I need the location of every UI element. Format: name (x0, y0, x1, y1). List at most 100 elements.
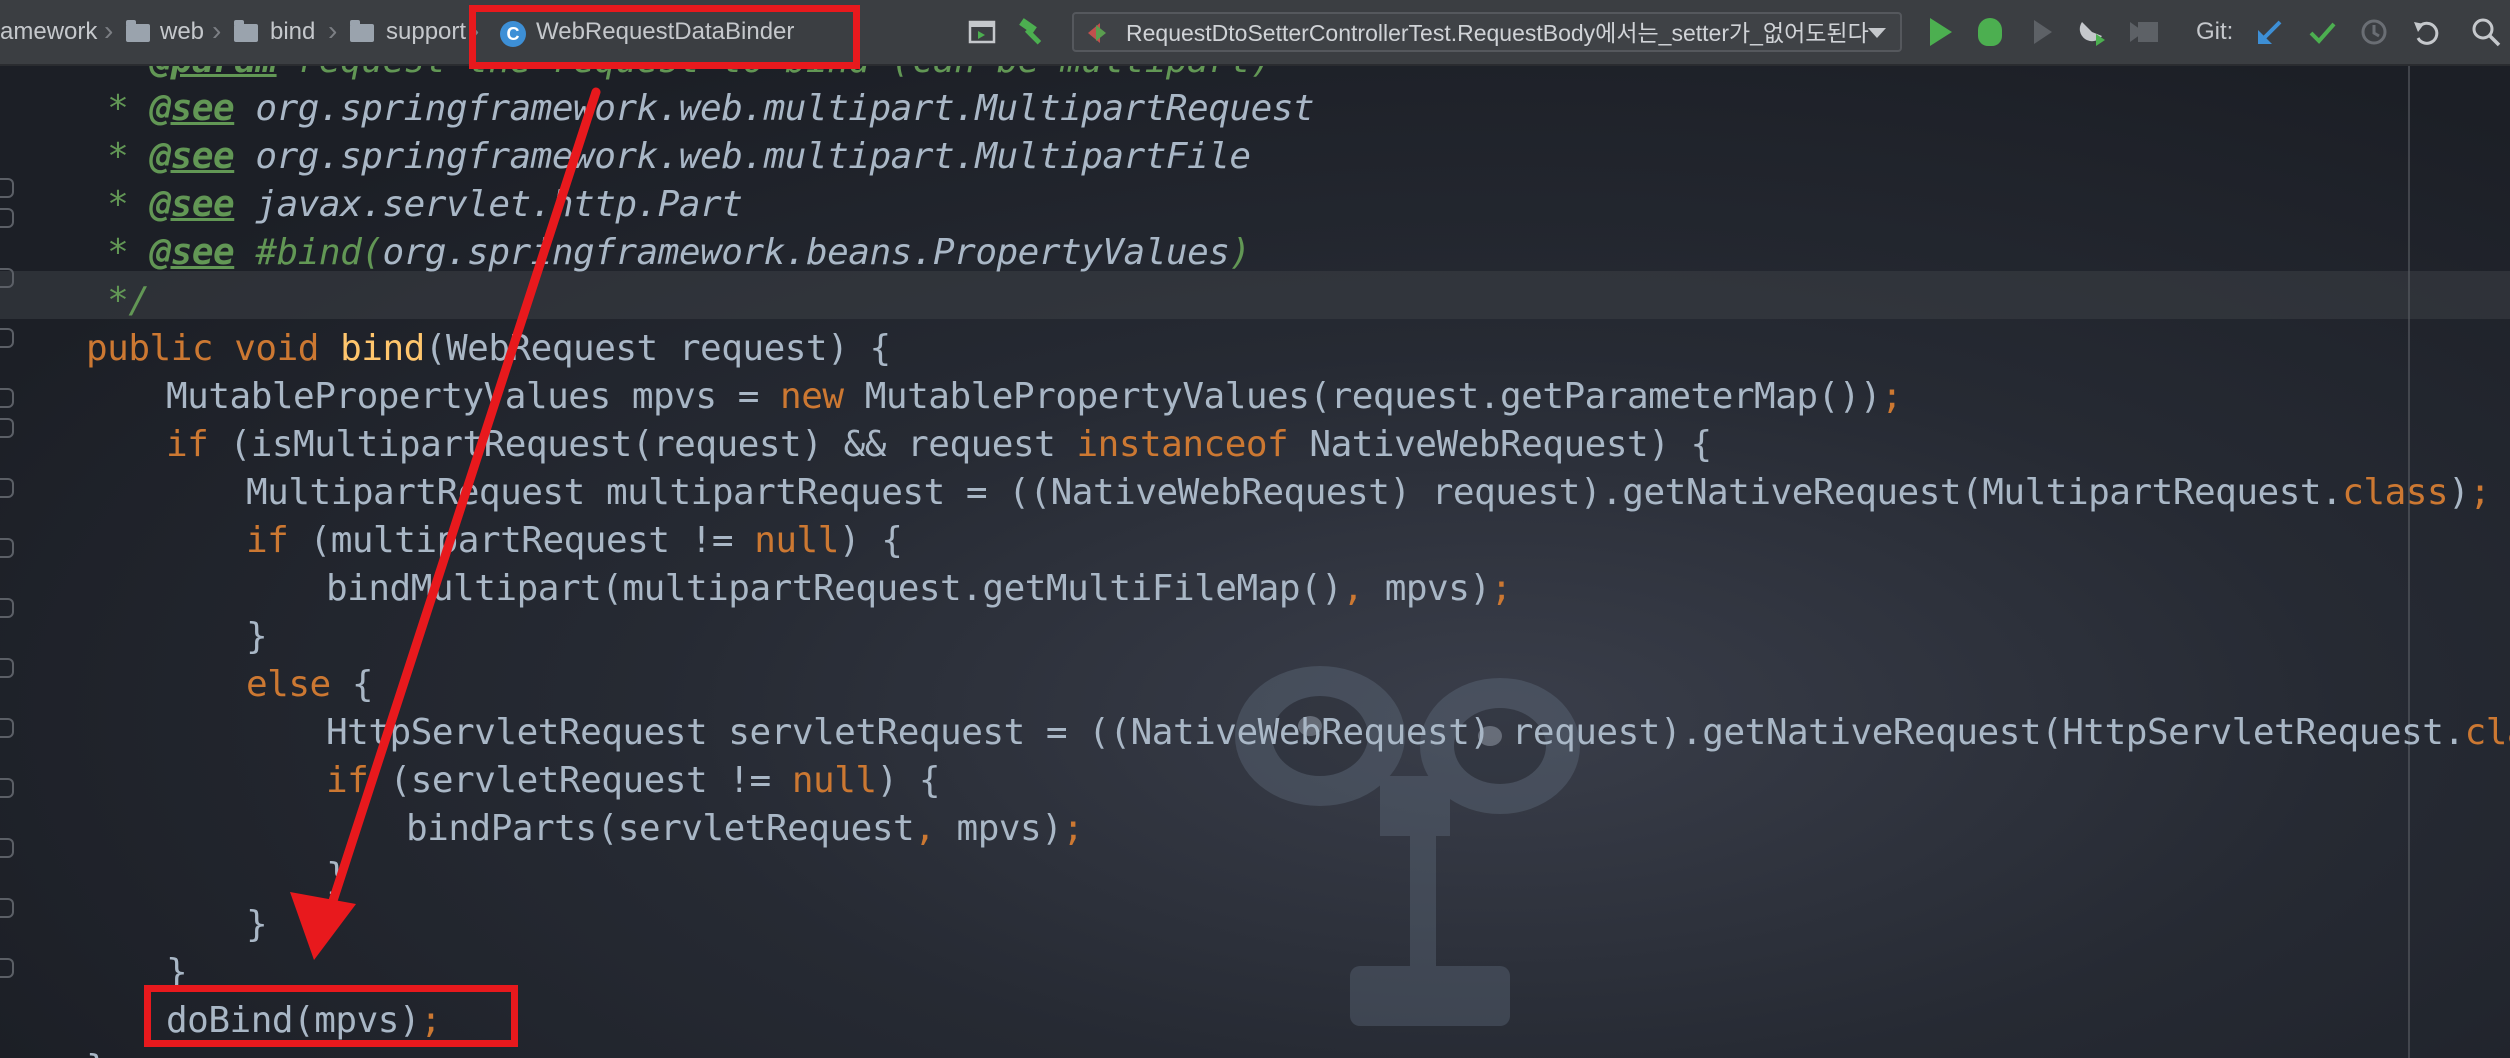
breadcrumb-item-bind[interactable]: bind (270, 16, 315, 48)
code-token: bind (340, 328, 425, 369)
code-token: (isMultipartRequest(request) && request (229, 424, 1077, 465)
code-line[interactable]: MultipartRequest multipartRequest = ((Na… (246, 469, 2491, 517)
fold-marker-icon[interactable] (0, 478, 14, 498)
code-line[interactable]: */ (86, 277, 150, 325)
code-token: if (326, 760, 390, 801)
git-label: Git: (2196, 18, 2234, 45)
breadcrumb-item-support[interactable]: support (386, 16, 466, 48)
code-token: @param (150, 66, 278, 81)
junit-icon-arrow (1096, 25, 1106, 41)
fold-marker-icon[interactable] (0, 718, 14, 738)
code-line[interactable]: } (246, 613, 268, 661)
code-token: , (1342, 568, 1385, 609)
code-token: @see (149, 184, 235, 225)
code-line[interactable]: bindParts(servletRequest, mpvs); (406, 805, 1084, 853)
code-token: */ (86, 280, 150, 321)
code-line[interactable]: } (326, 853, 348, 901)
run-icon[interactable] (1930, 18, 1952, 46)
fold-marker-icon[interactable] (0, 268, 14, 288)
code-token: * (86, 88, 150, 129)
code-token: org.springframework.beans.PropertyValues (382, 232, 1230, 273)
code-line[interactable]: if (multipartRequest != null) { (246, 517, 903, 565)
code-token: new (780, 376, 865, 417)
fold-marker-icon[interactable] (0, 778, 14, 798)
code-line[interactable]: } (86, 1045, 108, 1058)
navigation-bar: amework › web › bind › support › C WebRe… (0, 0, 2510, 66)
code-token: MutablePropertyValues mpvs = (166, 376, 781, 417)
code-token: mpvs) (956, 808, 1063, 849)
git-update-icon[interactable] (2254, 16, 2286, 48)
breadcrumb-item-web[interactable]: web (160, 16, 204, 48)
code-token: } (246, 616, 268, 657)
fold-marker-icon[interactable] (0, 178, 14, 198)
highlight-box-active-class (469, 5, 860, 69)
fold-marker-icon[interactable] (0, 898, 14, 918)
code-token: } (326, 856, 348, 897)
code-token: if (166, 424, 230, 465)
folder-icon (234, 20, 258, 42)
background-robot-image (1235, 666, 1580, 1026)
fold-marker-icon[interactable] (0, 388, 14, 408)
code-token: } (86, 1048, 108, 1058)
code-line[interactable]: * @see org.springframework.web.multipart… (86, 85, 1314, 133)
code-token: * (86, 232, 150, 273)
code-token: org.springframework.web.multipart.Multip… (234, 136, 1251, 177)
code-token: MultipartRequest multipartRequest = ((Na… (246, 472, 2343, 513)
code-token: @see (149, 232, 235, 273)
layout-icon[interactable] (966, 16, 998, 48)
code-line[interactable]: HttpServletRequest servletRequest = ((Na… (326, 709, 2510, 757)
breadcrumb-separator: › (328, 15, 338, 46)
code-token: ) (2448, 472, 2470, 513)
fold-marker-icon[interactable] (0, 838, 14, 858)
code-line[interactable]: bindMultipart(multipartRequest.getMultiF… (326, 565, 1512, 613)
code-editor[interactable]: * @param request the request to bind (ca… (0, 66, 2510, 1058)
code-token: MutablePropertyValues(request.getParamet… (864, 376, 1882, 417)
code-line[interactable]: * @see org.springframework.web.multipart… (86, 133, 1251, 181)
git-commit-icon[interactable] (2306, 16, 2338, 48)
code-token: ; (2469, 472, 2491, 513)
build-hammer-icon[interactable] (1016, 16, 1048, 48)
code-token: mpvs) (1384, 568, 1491, 609)
history-icon[interactable] (2358, 16, 2390, 48)
right-margin-guide (2408, 66, 2410, 1058)
code-token: ; (1062, 808, 1084, 849)
fold-marker-icon[interactable] (0, 958, 14, 978)
code-token: ) (1229, 232, 1251, 273)
code-token: * (86, 136, 150, 177)
profile-icon[interactable] (2076, 16, 2108, 48)
code-token: * (86, 66, 150, 81)
run-configuration-select[interactable]: RequestDtoSetterControllerTest.RequestBo… (1072, 12, 1902, 52)
folder-icon (350, 20, 374, 42)
code-token: @see (149, 88, 235, 129)
code-line[interactable]: public void bind(WebRequest request) { (86, 325, 891, 373)
stop-icon[interactable] (2138, 22, 2158, 42)
fold-marker-icon[interactable] (0, 658, 14, 678)
code-token: (multipartRequest != (309, 520, 755, 561)
code-line[interactable]: else { (246, 661, 374, 709)
code-line[interactable]: } (246, 901, 268, 949)
code-token: ) { (838, 520, 903, 561)
code-line[interactable]: * @see #bind(org.springframework.beans.P… (86, 229, 1251, 277)
fold-marker-icon[interactable] (0, 328, 14, 348)
code-token: ) { (876, 760, 941, 801)
code-token: ( (361, 232, 383, 273)
code-line[interactable]: MutablePropertyValues mpvs = new Mutable… (166, 373, 1903, 421)
fold-marker-icon[interactable] (0, 538, 14, 558)
code-token: * (86, 184, 150, 225)
code-token: bindParts(servletRequest (406, 808, 915, 849)
code-line[interactable]: if (isMultipartRequest(request) && reque… (166, 421, 1712, 469)
code-line[interactable]: if (servletRequest != null) { (326, 757, 941, 805)
debug-icon[interactable] (1978, 18, 2002, 46)
fold-marker-icon[interactable] (0, 418, 14, 438)
code-token: , (914, 808, 957, 849)
code-line[interactable]: * @see javax.servlet.http.Part (86, 181, 743, 229)
breadcrumb-item-framework[interactable]: amework (0, 16, 97, 48)
search-icon[interactable] (2470, 16, 2502, 48)
run-coverage-icon[interactable] (2034, 20, 2052, 44)
fold-marker-icon[interactable] (0, 208, 14, 228)
code-token: (servletRequest != (389, 760, 792, 801)
current-line-highlight (0, 271, 2510, 319)
fold-marker-icon[interactable] (0, 598, 14, 618)
folder-icon (126, 20, 150, 42)
revert-icon[interactable] (2410, 16, 2442, 48)
